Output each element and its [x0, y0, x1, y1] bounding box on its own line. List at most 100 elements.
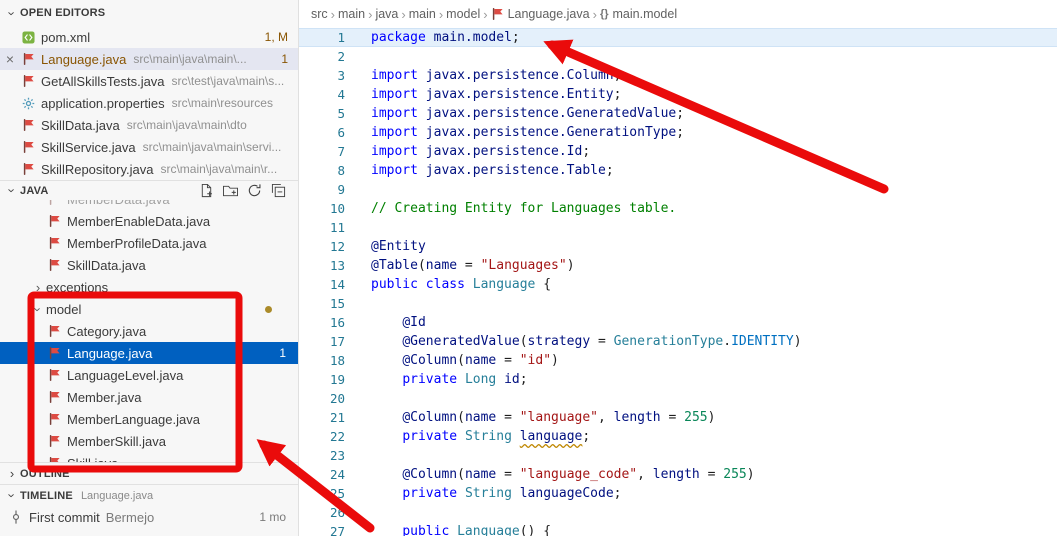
java-icon: [20, 118, 36, 132]
timeline-entry-author: Bermejo: [106, 510, 154, 525]
collapse-all-icon[interactable]: [268, 181, 288, 201]
open-editor-item[interactable]: application.propertiessrc\main\resources: [0, 92, 298, 114]
breadcrumb-symbol[interactable]: main.model: [613, 7, 678, 21]
tree-file-Member-java[interactable]: Member.java: [0, 386, 298, 408]
timeline-entry[interactable]: First commit Bermejo 1 mo: [0, 506, 298, 528]
open-editor-file-path: src\main\java\main\r...: [160, 162, 277, 176]
code-line[interactable]: 9: [299, 180, 1057, 199]
code-text: [345, 218, 371, 237]
java-section-header[interactable]: › JAVA: [0, 180, 298, 200]
tree-file-MemberProfileData-java[interactable]: MemberProfileData.java: [0, 232, 298, 254]
breadcrumb-item[interactable]: main: [409, 7, 436, 21]
code-line[interactable]: 21 @Column(name = "language", length = 2…: [299, 408, 1057, 427]
code-line[interactable]: 5import javax.persistence.GeneratedValue…: [299, 104, 1057, 123]
code-text: @Column(name = "language_code", length =…: [345, 465, 755, 484]
breadcrumb-item[interactable]: model: [446, 7, 480, 21]
code-line[interactable]: 26: [299, 503, 1057, 522]
code-line[interactable]: 16 @Id: [299, 313, 1057, 332]
chevron-down-icon: ›: [5, 183, 20, 199]
code-line[interactable]: 27 public Language() {: [299, 522, 1057, 536]
open-editor-item[interactable]: SkillService.javasrc\main\java\main\serv…: [0, 136, 298, 158]
line-number: 19: [299, 370, 345, 389]
code-text: private String languageCode;: [345, 484, 621, 503]
open-editor-file-name: Language.java: [41, 52, 126, 67]
open-editor-item[interactable]: ×Language.javasrc\main\java\main\...1: [0, 48, 298, 70]
line-number: 27: [299, 522, 345, 536]
outline-header[interactable]: › OUTLINE: [0, 462, 298, 484]
code-line[interactable]: 10// Creating Entity for Languages table…: [299, 199, 1057, 218]
open-editors-header[interactable]: › OPEN EDITORS: [0, 0, 298, 26]
timeline-header[interactable]: › TIMELINE Language.java: [0, 484, 298, 506]
tree-item-label: MemberSkill.java: [67, 434, 166, 449]
code-line[interactable]: 22 private String language;: [299, 427, 1057, 446]
editor-pane: src›main›java›main›model›Language.java›{…: [299, 0, 1057, 536]
tree-folder-exceptions[interactable]: ›exceptions: [0, 276, 298, 298]
java-icon: [20, 162, 36, 176]
code-line[interactable]: 24 @Column(name = "language_code", lengt…: [299, 465, 1057, 484]
code-line[interactable]: 14public class Language {: [299, 275, 1057, 294]
code-line[interactable]: 1package main.model;: [299, 28, 1057, 47]
tree-file-LanguageLevel-java[interactable]: LanguageLevel.java: [0, 364, 298, 386]
tree-item-label: exceptions: [46, 280, 108, 295]
code-text: package main.model;: [345, 28, 520, 47]
breadcrumb-item[interactable]: src: [311, 7, 328, 21]
code-line[interactable]: 19 private Long id;: [299, 370, 1057, 389]
tree-item-label: MemberProfileData.java: [67, 236, 206, 251]
line-number: 3: [299, 66, 345, 85]
tree-file-Language-java[interactable]: Language.java1: [0, 342, 298, 364]
refresh-icon[interactable]: [244, 181, 264, 201]
code-line[interactable]: 12@Entity: [299, 237, 1057, 256]
code-line[interactable]: 17 @GeneratedValue(strategy = Generation…: [299, 332, 1057, 351]
tree-item-label: MemberLanguage.java: [67, 412, 200, 427]
line-number: 4: [299, 85, 345, 104]
code-line[interactable]: 7import javax.persistence.Id;: [299, 142, 1057, 161]
tree-item-label: Language.java: [67, 346, 152, 361]
tree-file-SkillData-java[interactable]: SkillData.java: [0, 254, 298, 276]
code-text: @Id: [345, 313, 426, 332]
code-text: import javax.persistence.Table;: [345, 161, 614, 180]
new-folder-icon[interactable]: [220, 181, 240, 201]
tree-file-MemberData-java[interactable]: MemberData.java: [0, 200, 298, 210]
code-line[interactable]: 2: [299, 47, 1057, 66]
java-section-title: JAVA: [20, 185, 49, 197]
code-line[interactable]: 15: [299, 294, 1057, 313]
code-line[interactable]: 23: [299, 446, 1057, 465]
breadcrumb-file[interactable]: Language.java: [508, 7, 590, 21]
open-editor-item[interactable]: GetAllSkillsTests.javasrc\test\java\main…: [0, 70, 298, 92]
open-editor-item[interactable]: SkillData.javasrc\main\java\main\dto: [0, 114, 298, 136]
code-text: import javax.persistence.GenerationType;: [345, 123, 684, 142]
code-line[interactable]: 13@Table(name = "Languages"): [299, 256, 1057, 275]
code-line[interactable]: 25 private String languageCode;: [299, 484, 1057, 503]
java-icon: [46, 258, 62, 272]
tree-file-Skill-java[interactable]: Skill.java: [0, 452, 298, 462]
code-line[interactable]: 11: [299, 218, 1057, 237]
tree-file-MemberSkill-java[interactable]: MemberSkill.java: [0, 430, 298, 452]
code-line[interactable]: 20: [299, 389, 1057, 408]
open-editor-item[interactable]: pom.xml1, M: [0, 26, 298, 48]
code-line[interactable]: 4import javax.persistence.Entity;: [299, 85, 1057, 104]
tree-file-MemberLanguage-java[interactable]: MemberLanguage.java: [0, 408, 298, 430]
code-text: @Table(name = "Languages"): [345, 256, 575, 275]
new-file-icon[interactable]: [196, 181, 216, 201]
line-number: 7: [299, 142, 345, 161]
line-number: 10: [299, 199, 345, 218]
close-icon[interactable]: ×: [0, 51, 20, 67]
code-line[interactable]: 8import javax.persistence.Table;: [299, 161, 1057, 180]
tree-file-Category-java[interactable]: Category.java: [0, 320, 298, 342]
open-editor-item[interactable]: SkillRepository.javasrc\main\java\main\r…: [0, 158, 298, 180]
code-text: import javax.persistence.GeneratedValue;: [345, 104, 684, 123]
tree-folder-model[interactable]: ›model: [0, 298, 298, 320]
line-number: 26: [299, 503, 345, 522]
breadcrumb-item[interactable]: java: [375, 7, 398, 21]
breadcrumb-item[interactable]: main: [338, 7, 365, 21]
code-editor[interactable]: 1package main.model;23import javax.persi…: [299, 28, 1057, 536]
tree-file-MemberEnableData-java[interactable]: MemberEnableData.java: [0, 210, 298, 232]
line-number: 1: [299, 28, 345, 47]
modified-dot: [265, 306, 272, 313]
code-line[interactable]: 6import javax.persistence.GenerationType…: [299, 123, 1057, 142]
code-line[interactable]: 18 @Column(name = "id"): [299, 351, 1057, 370]
line-number: 8: [299, 161, 345, 180]
breadcrumb-separator-icon: ›: [439, 7, 443, 22]
code-text: public Language() {: [345, 522, 551, 536]
code-line[interactable]: 3import javax.persistence.Column;: [299, 66, 1057, 85]
